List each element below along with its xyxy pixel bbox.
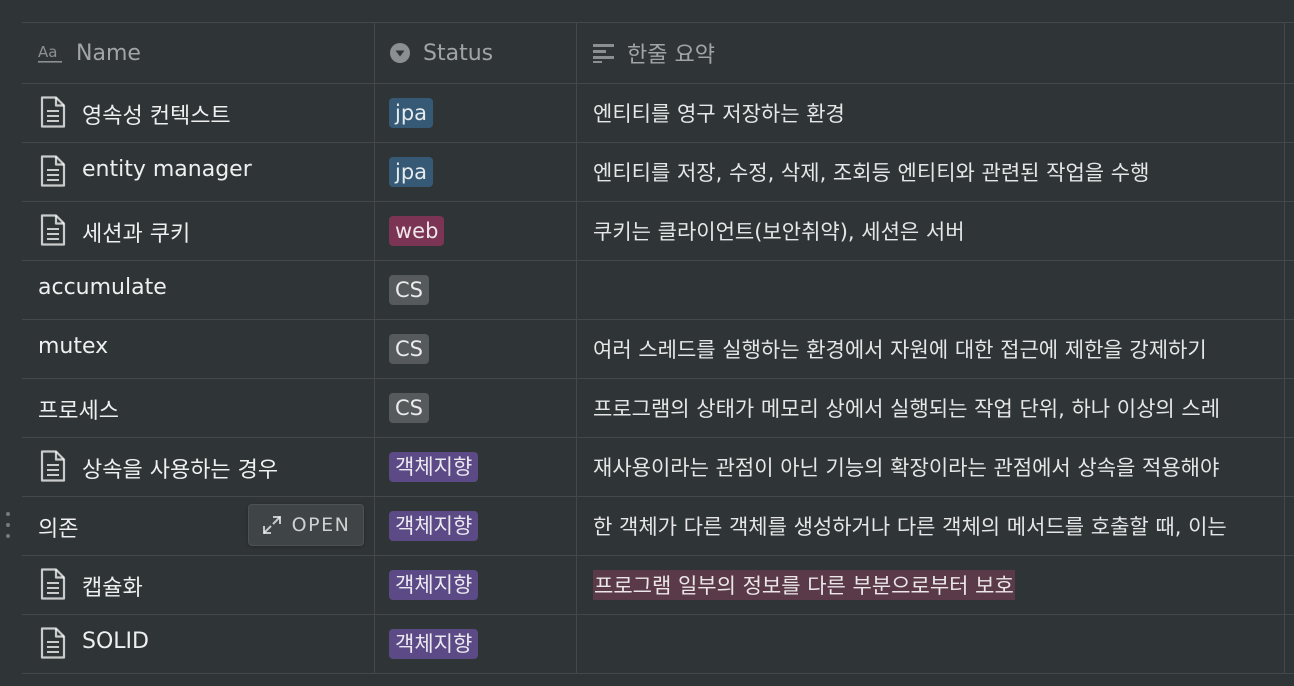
row-name: entity manager: [82, 157, 252, 182]
status-tag: CS: [389, 334, 429, 364]
row-name: 세션과 쿠키: [82, 222, 191, 247]
row-summary-cell[interactable]: 재사용이라는 관점이 아닌 기능의 확장이라는 관점에서 상속을 적용해야: [577, 438, 1285, 496]
row-summary-cell[interactable]: 쿠키는 클라이언트(보안취약), 세션은 서버: [577, 202, 1285, 260]
row-name-cell[interactable]: 영속성 컨텍스트: [22, 84, 375, 142]
row-summary: 프로그램 일부의 정보를 다른 부분으로부터 보호: [593, 570, 1015, 600]
table-row[interactable]: accumulate CS: [22, 261, 1294, 320]
row-status-cell[interactable]: jpa: [375, 143, 577, 201]
row-summary-cell[interactable]: 프로그램 일부의 정보를 다른 부분으로부터 보호: [577, 556, 1285, 614]
row-status-cell[interactable]: web: [375, 202, 577, 260]
column-header-status[interactable]: Status: [375, 23, 577, 83]
column-header-name-label: Name: [76, 40, 141, 66]
table-row[interactable]: 세션과 쿠키 web 쿠키는 클라이언트(보안취약), 세션은 서버: [22, 202, 1294, 261]
text-lines-icon: [593, 43, 615, 63]
table-row[interactable]: 영속성 컨텍스트 jpa 엔티티를 영구 저장하는 환경: [22, 84, 1294, 143]
row-name: mutex: [38, 334, 109, 359]
row-summary: 쿠키는 클라이언트(보안취약), 세션은 서버: [593, 220, 965, 244]
row-summary: 프로그램의 상태가 메모리 상에서 실행되는 작업 단위, 하나 이상의 스레: [593, 397, 1221, 421]
page-icon: [40, 214, 66, 246]
row-status-cell[interactable]: CS: [375, 261, 577, 319]
page-icon: [40, 450, 66, 482]
status-tag: 객체지향: [389, 629, 479, 659]
open-page-button[interactable]: OPEN: [248, 504, 364, 546]
row-summary: 여러 스레드를 실행하는 환경에서 자원에 대한 접근에 제한을 강제하기: [593, 338, 1207, 362]
row-status-cell[interactable]: CS: [375, 320, 577, 378]
select-property-icon: [389, 42, 411, 64]
row-status-cell[interactable]: 객체지향: [375, 556, 577, 614]
row-summary-cell[interactable]: [577, 615, 1285, 673]
row-summary: 한 객체가 다른 객체를 생성하거나 다른 객체의 메서드를 호출할 때, 이는: [593, 515, 1227, 539]
row-name-cell[interactable]: 프로세스: [22, 379, 375, 437]
row-name-cell[interactable]: 캡슐화: [22, 556, 375, 614]
table-row[interactable]: entity manager jpa 엔티티를 저장, 수정, 삭제, 조회등 엔티…: [22, 143, 1294, 202]
row-summary-cell[interactable]: 한 객체가 다른 객체를 생성하거나 다른 객체의 메서드를 호출할 때, 이는: [577, 497, 1285, 555]
row-name-cell[interactable]: 상속을 사용하는 경우: [22, 438, 375, 496]
status-tag: 객체지향: [389, 570, 479, 600]
text-property-icon: Aa: [38, 42, 64, 64]
database-table: Aa Name Status 한줄 요약 영속성 컨텍스트 jpa 엔티티를 영…: [22, 22, 1294, 674]
status-tag: jpa: [389, 157, 434, 187]
status-tag: jpa: [389, 98, 434, 128]
column-header-summary-label: 한줄 요약: [627, 43, 715, 68]
status-tag: 객체지향: [389, 452, 479, 482]
row-summary-cell[interactable]: 프로그램의 상태가 메모리 상에서 실행되는 작업 단위, 하나 이상의 스레: [577, 379, 1285, 437]
row-summary: 엔티티를 영구 저장하는 환경: [593, 102, 845, 126]
row-status-cell[interactable]: 객체지향: [375, 438, 577, 496]
column-header-status-label: Status: [423, 40, 494, 66]
page-icon: [40, 627, 66, 659]
table-row[interactable]: SOLID 객체지향: [22, 615, 1294, 674]
row-name-cell[interactable]: 의존 OPEN: [22, 497, 375, 555]
table-header: Aa Name Status 한줄 요약: [22, 23, 1294, 84]
row-status-cell[interactable]: 객체지향: [375, 497, 577, 555]
row-name-cell[interactable]: entity manager: [22, 143, 375, 201]
table-row[interactable]: 프로세스 CS 프로그램의 상태가 메모리 상에서 실행되는 작업 단위, 하나 이…: [22, 379, 1294, 438]
row-name-cell[interactable]: 세션과 쿠키: [22, 202, 375, 260]
row-name: 영속성 컨텍스트: [82, 104, 231, 129]
page-icon: [40, 155, 66, 187]
row-name: 의존: [38, 517, 79, 542]
row-status-cell[interactable]: jpa: [375, 84, 577, 142]
column-header-name[interactable]: Aa Name: [22, 23, 375, 83]
table-row[interactable]: 상속을 사용하는 경우 객체지향 재사용이라는 관점이 아닌 기능의 확장이라는 관…: [22, 438, 1294, 497]
row-name-cell[interactable]: accumulate: [22, 261, 375, 319]
row-name: 상속을 사용하는 경우: [82, 458, 279, 483]
row-name: SOLID: [82, 629, 149, 654]
status-tag: CS: [389, 275, 429, 305]
expand-icon: [262, 515, 292, 535]
page-icon: [40, 568, 66, 600]
table-row[interactable]: 의존 OPEN 객체지향 한 객체가 다른 객체를 생성하거나 다른 객체의 메서드를…: [22, 497, 1294, 556]
page-icon: [40, 96, 66, 128]
row-summary-cell[interactable]: 여러 스레드를 실행하는 환경에서 자원에 대한 접근에 제한을 강제하기: [577, 320, 1285, 378]
open-button-label: OPEN: [291, 514, 351, 536]
row-summary-cell[interactable]: 엔티티를 저장, 수정, 삭제, 조회등 엔티티와 관련된 작업을 수행: [577, 143, 1285, 201]
row-summary: 재사용이라는 관점이 아닌 기능의 확장이라는 관점에서 상속을 적용해야: [593, 456, 1220, 480]
row-name-cell[interactable]: SOLID: [22, 615, 375, 673]
status-tag: 객체지향: [389, 511, 479, 541]
row-summary-cell[interactable]: [577, 261, 1285, 319]
row-status-cell[interactable]: CS: [375, 379, 577, 437]
status-tag: web: [389, 216, 445, 246]
row-name: 캡슐화: [82, 576, 143, 601]
table-row[interactable]: 캡슐화 객체지향 프로그램 일부의 정보를 다른 부분으로부터 보호: [22, 556, 1294, 615]
row-status-cell[interactable]: 객체지향: [375, 615, 577, 673]
row-name: 프로세스: [38, 399, 119, 424]
row-summary: 엔티티를 저장, 수정, 삭제, 조회등 엔티티와 관련된 작업을 수행: [593, 161, 1150, 185]
row-summary-cell[interactable]: 엔티티를 영구 저장하는 환경: [577, 84, 1285, 142]
row-name: accumulate: [38, 275, 167, 300]
status-tag: CS: [389, 393, 429, 423]
row-drag-handle[interactable]: [4, 512, 12, 538]
column-header-summary[interactable]: 한줄 요약: [577, 23, 1285, 83]
row-name-cell[interactable]: mutex: [22, 320, 375, 378]
svg-text:Aa: Aa: [38, 43, 57, 61]
table-row[interactable]: mutex CS 여러 스레드를 실행하는 환경에서 자원에 대한 접근에 제한을 …: [22, 320, 1294, 379]
